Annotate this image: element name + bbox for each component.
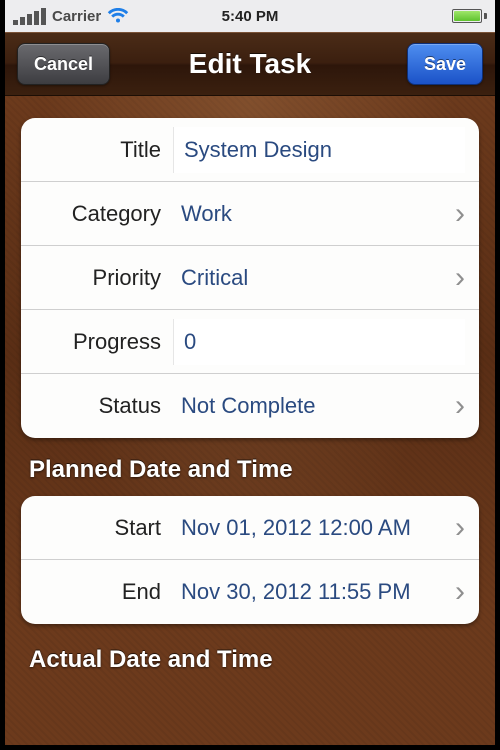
planned-start-row[interactable]: Start Nov 01, 2012 12:00 AM › [21,496,479,560]
category-row[interactable]: Category Work › [21,182,479,246]
category-value: Work [175,201,449,227]
task-fields-group: Title System Design Category Work › Prio… [21,118,479,438]
save-button[interactable]: Save [407,43,483,85]
cancel-button[interactable]: Cancel [17,43,110,85]
planned-dates-group: Start Nov 01, 2012 12:00 AM › End Nov 30… [21,496,479,624]
status-label: Status [21,393,175,419]
planned-section-header: Planned Date and Time [29,456,475,484]
page-title: Edit Task [189,48,311,80]
chevron-right-icon: › [449,261,465,295]
chevron-right-icon: › [449,197,465,231]
progress-row[interactable]: Progress 0 [21,310,479,374]
actual-section-header: Actual Date and Time [29,646,475,674]
battery-icon [452,9,487,23]
planned-end-row[interactable]: End Nov 30, 2012 11:55 PM › [21,560,479,624]
chevron-right-icon: › [449,575,465,609]
priority-value: Critical [175,265,449,291]
planned-end-value: Nov 30, 2012 11:55 PM [175,579,449,605]
planned-end-label: End [21,579,175,605]
title-input[interactable]: System Design [173,127,465,173]
progress-label: Progress [21,329,175,355]
priority-label: Priority [21,265,175,291]
wifi-icon [107,8,129,24]
chevron-right-icon: › [449,389,465,423]
status-time: 5:40 PM [222,8,279,25]
device-frame: Carrier 5:40 PM Cancel Edit Task Save Ti… [0,0,500,750]
status-left: Carrier [13,8,129,25]
status-value: Not Complete [175,393,449,419]
signal-icon [13,8,46,25]
planned-start-label: Start [21,515,175,541]
content-scroll[interactable]: Title System Design Category Work › Prio… [5,96,495,745]
planned-start-value: Nov 01, 2012 12:00 AM [175,515,449,541]
status-bar: Carrier 5:40 PM [5,0,495,32]
priority-row[interactable]: Priority Critical › [21,246,479,310]
title-label: Title [21,137,175,163]
nav-bar: Cancel Edit Task Save [5,32,495,96]
status-row[interactable]: Status Not Complete › [21,374,479,438]
progress-input[interactable]: 0 [173,319,465,365]
title-row[interactable]: Title System Design [21,118,479,182]
chevron-right-icon: › [449,511,465,545]
carrier-label: Carrier [52,8,101,25]
category-label: Category [21,201,175,227]
